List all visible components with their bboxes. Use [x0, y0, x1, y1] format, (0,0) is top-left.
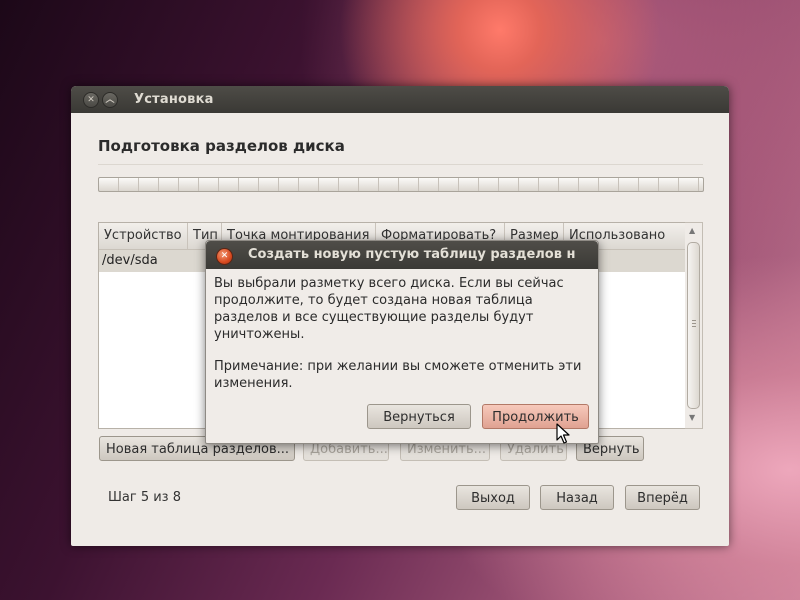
scroll-grip [692, 323, 696, 324]
window-maximize-icon[interactable]: ︿ [102, 92, 118, 108]
scroll-up-icon[interactable]: ▲ [689, 226, 695, 235]
scroll-grip [692, 320, 696, 321]
column-header-device[interactable]: Устройство [99, 223, 188, 249]
scroll-down-icon[interactable]: ▼ [689, 413, 695, 422]
table-scrollbar[interactable]: ▲ ▼ [685, 222, 703, 429]
forward-button[interactable]: Вперёд [625, 485, 700, 510]
dialog-body: Вы выбрали разметку всего диска. Если вы… [214, 275, 594, 407]
dialog-close-icon[interactable]: ✕ [216, 248, 233, 265]
quit-button[interactable]: Выход [456, 485, 530, 510]
disk-bar-ticks [99, 178, 703, 191]
mouse-cursor-icon [556, 423, 570, 444]
row-device: /dev/sda [102, 253, 158, 268]
continue-button[interactable]: Продолжить [482, 404, 589, 429]
dialog-titlebar[interactable]: ✕ Создать новую пустую таблицу разделов … [206, 241, 598, 269]
dialog-title: Создать новую пустую таблицу разделов н [248, 247, 576, 262]
scroll-thumb[interactable] [687, 242, 700, 409]
scroll-grip [692, 326, 696, 327]
go-back-button[interactable]: Вернуться [367, 404, 471, 429]
disk-bar [98, 177, 704, 192]
dialog-message: Вы выбрали разметку всего диска. Если вы… [214, 276, 564, 342]
confirm-dialog: ✕ Создать новую пустую таблицу разделов … [205, 240, 599, 444]
dialog-note: Примечание: при желании вы сможете отмен… [214, 359, 582, 391]
page-title: Подготовка разделов диска [98, 137, 345, 155]
window-title: Установка [134, 92, 214, 107]
back-button[interactable]: Назад [540, 485, 614, 510]
window-titlebar[interactable]: ✕ ︿ Установка [71, 86, 729, 113]
step-indicator: Шаг 5 из 8 [108, 490, 181, 505]
heading-divider [98, 164, 703, 165]
window-close-icon[interactable]: ✕ [83, 92, 99, 108]
